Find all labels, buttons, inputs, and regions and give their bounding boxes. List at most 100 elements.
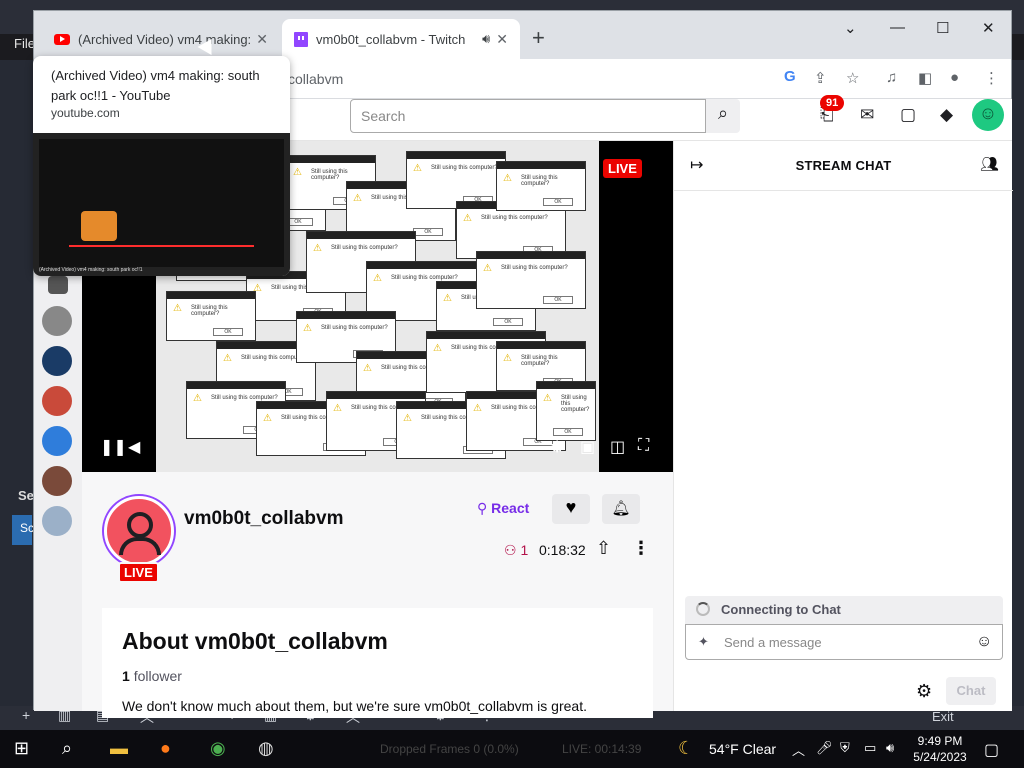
clock-time: 9:49 PM — [917, 734, 963, 748]
weather-temp: 54°F — [709, 741, 739, 757]
community-icon[interactable]: 👥︎ — [980, 155, 999, 173]
bell-icon[interactable]: 🔔︎ — [602, 494, 640, 524]
chat-input-placeholder: Send a message — [724, 635, 822, 650]
search-icon[interactable]: ⌕ — [706, 99, 740, 133]
clip-icon[interactable]: ▣ — [580, 437, 595, 457]
channel-avatar[interactable] — [104, 496, 174, 566]
volume-icon[interactable]: 🔊︎ — [886, 740, 894, 756]
minimize-icon[interactable]: — — [890, 19, 905, 36]
youtube-icon — [54, 33, 70, 45]
twitch-icon — [294, 31, 308, 47]
chat-connection-label: Connecting to Chat — [721, 602, 841, 617]
tab-hover-card: (Archived Video) vm4 making: south park … — [33, 56, 290, 276]
close-icon[interactable]: ✕ — [496, 31, 508, 48]
share-icon[interactable]: ⇪ — [814, 69, 827, 87]
chat-send-button[interactable]: Chat — [946, 677, 996, 705]
profile-icon[interactable]: ● — [950, 69, 959, 86]
cartoon-character-image — [81, 211, 117, 241]
obs-side-label: Se — [18, 488, 34, 503]
rail-collapse-icon[interactable] — [48, 276, 68, 294]
chat-title: STREAM CHAT — [795, 158, 892, 173]
about-title: About vm0b0t_collabvm — [122, 628, 388, 654]
tab-title: (Archived Video) vm4 making: so — [78, 31, 251, 47]
follower-count: 1 follower — [122, 668, 182, 684]
weather-widget[interactable]: 54°F Clear — [709, 741, 776, 757]
rail-channel-avatar[interactable] — [42, 386, 72, 416]
mail-icon[interactable]: ✉ — [860, 105, 874, 125]
tab-youtube[interactable]: (Archived Video) vm4 making: so ✕ — [42, 19, 280, 59]
rail-channel-avatar[interactable] — [42, 346, 72, 376]
chrome-icon[interactable]: ◉ — [210, 738, 226, 759]
still-using-dialog: ⚠Still using this computer?OK — [166, 291, 256, 341]
chevron-up-icon[interactable]: ︿ — [792, 740, 805, 759]
thumbnail-caption: (Archived Video) vm4 making: south park … — [39, 267, 143, 273]
windows-start-icon[interactable]: ⊞ — [14, 738, 29, 759]
notification-badge: 91 — [820, 95, 845, 111]
theatre-mode-icon[interactable]: ◫ — [610, 437, 625, 457]
security-icon[interactable]: ⛨ — [840, 740, 850, 756]
star-icon[interactable]: ☆ — [846, 69, 859, 87]
fullscreen-icon[interactable]: ⛶ — [638, 437, 649, 455]
window-close-icon[interactable]: ✕ — [982, 19, 995, 37]
notifications-icon[interactable]: ▢ — [984, 740, 999, 760]
side-panel-icon[interactable]: ◧ — [918, 69, 932, 87]
obs-add-icon[interactable]: + — [22, 707, 30, 723]
share-icon[interactable]: ⇧ — [596, 538, 611, 559]
weather-description: Clear — [742, 741, 777, 757]
search-icon[interactable]: ⌕ — [62, 738, 72, 759]
hover-card-thumbnail: (Archived Video) vm4 making: south park … — [33, 133, 290, 276]
still-using-dialog: ⚠Still using this computer?OK — [476, 251, 586, 309]
chat-panel: ↦ STREAM CHAT 👥︎ Connecting to Chat ✦ Se… — [673, 141, 1013, 711]
rail-channel-avatar[interactable] — [42, 506, 72, 536]
taskbar-clock[interactable]: 9:49 PM 5/24/2023 — [908, 733, 972, 765]
rail-channel-avatar[interactable] — [42, 426, 72, 456]
more-options-icon[interactable]: ⋮ — [632, 538, 650, 559]
speaker-icon[interactable]: 🔊︎ — [482, 31, 490, 47]
rail-channel-avatar[interactable] — [42, 306, 72, 336]
bits-icon[interactable]: ◆ — [940, 105, 953, 125]
menu-icon[interactable]: ⋮ — [984, 69, 999, 87]
follow-heart-icon[interactable]: ♥ — [552, 494, 590, 524]
address-bar[interactable]: collabvm — [288, 71, 343, 87]
microphone-icon[interactable]: 🎤︎ — [816, 740, 833, 756]
whispers-icon[interactable]: ▢ — [900, 105, 916, 125]
windows-taskbar: ⊞ ⌕ ▬ ● ◉ ◍ Dropped Frames 0 (0.0%) LIVE… — [0, 730, 1024, 768]
chat-connection-status: Connecting to Chat — [685, 596, 1003, 624]
about-description: We don't know much about them, but we're… — [122, 698, 587, 714]
tab-title: vm0b0t_collabvm - Twitch — [316, 31, 466, 47]
spinner-icon — [696, 602, 710, 616]
rail-channel-avatar[interactable] — [42, 466, 72, 496]
volume-icon[interactable]: ◀ — [128, 437, 140, 457]
network-icon[interactable]: ▭ — [864, 740, 876, 756]
close-icon[interactable]: ✕ — [256, 31, 268, 48]
obs-side-button[interactable]: Sc — [12, 515, 34, 545]
about-panel: About vm0b0t_collabvm 1 follower We don'… — [102, 608, 653, 718]
file-explorer-icon[interactable]: ▬ — [110, 738, 128, 759]
obs-file-menu[interactable]: File — [14, 36, 35, 51]
firefox-icon[interactable]: ● — [160, 738, 171, 759]
chat-settings-icon[interactable]: ⚙ — [916, 681, 932, 702]
google-icon[interactable]: G — [784, 68, 796, 85]
pause-icon[interactable]: ❚❚ — [100, 437, 127, 457]
obs-icon[interactable]: ◍ — [258, 738, 274, 759]
tab-twitch[interactable]: vm0b0t_collabvm - Twitch 🔊︎ ✕ — [282, 19, 520, 59]
react-button[interactable]: ⚲ React — [477, 500, 529, 517]
obs-exit-button[interactable]: Exit — [932, 709, 954, 724]
new-tab-icon[interactable]: + — [532, 25, 545, 51]
progress-bar — [69, 245, 254, 247]
chevron-down-icon[interactable]: ⌄ — [844, 19, 857, 37]
still-using-dialog: ⚠Still using this computer?OK — [496, 161, 586, 211]
maximize-icon[interactable]: ☐ — [936, 19, 949, 37]
user-avatar[interactable]: ☺ — [972, 99, 1004, 131]
channel-name[interactable]: vm0b0t_collabvm — [184, 508, 343, 530]
tab-strip: (Archived Video) vm4 making: so ✕ vm0b0t… — [34, 11, 1011, 59]
follower-count-value: 1 — [122, 668, 130, 684]
react-icon: ⚲ — [477, 500, 492, 516]
settings-icon[interactable]: ⚙ — [550, 437, 564, 457]
media-control-icon[interactable]: ♫ — [886, 69, 897, 86]
search-input[interactable]: Search — [350, 99, 706, 133]
sparkle-icon[interactable]: ✦ — [698, 634, 709, 650]
emote-icon[interactable]: ☺ — [976, 633, 992, 651]
still-using-dialog: ⚠Still using this computer?OK — [536, 381, 596, 441]
chat-input[interactable]: ✦ Send a message ☺ — [685, 624, 1003, 660]
